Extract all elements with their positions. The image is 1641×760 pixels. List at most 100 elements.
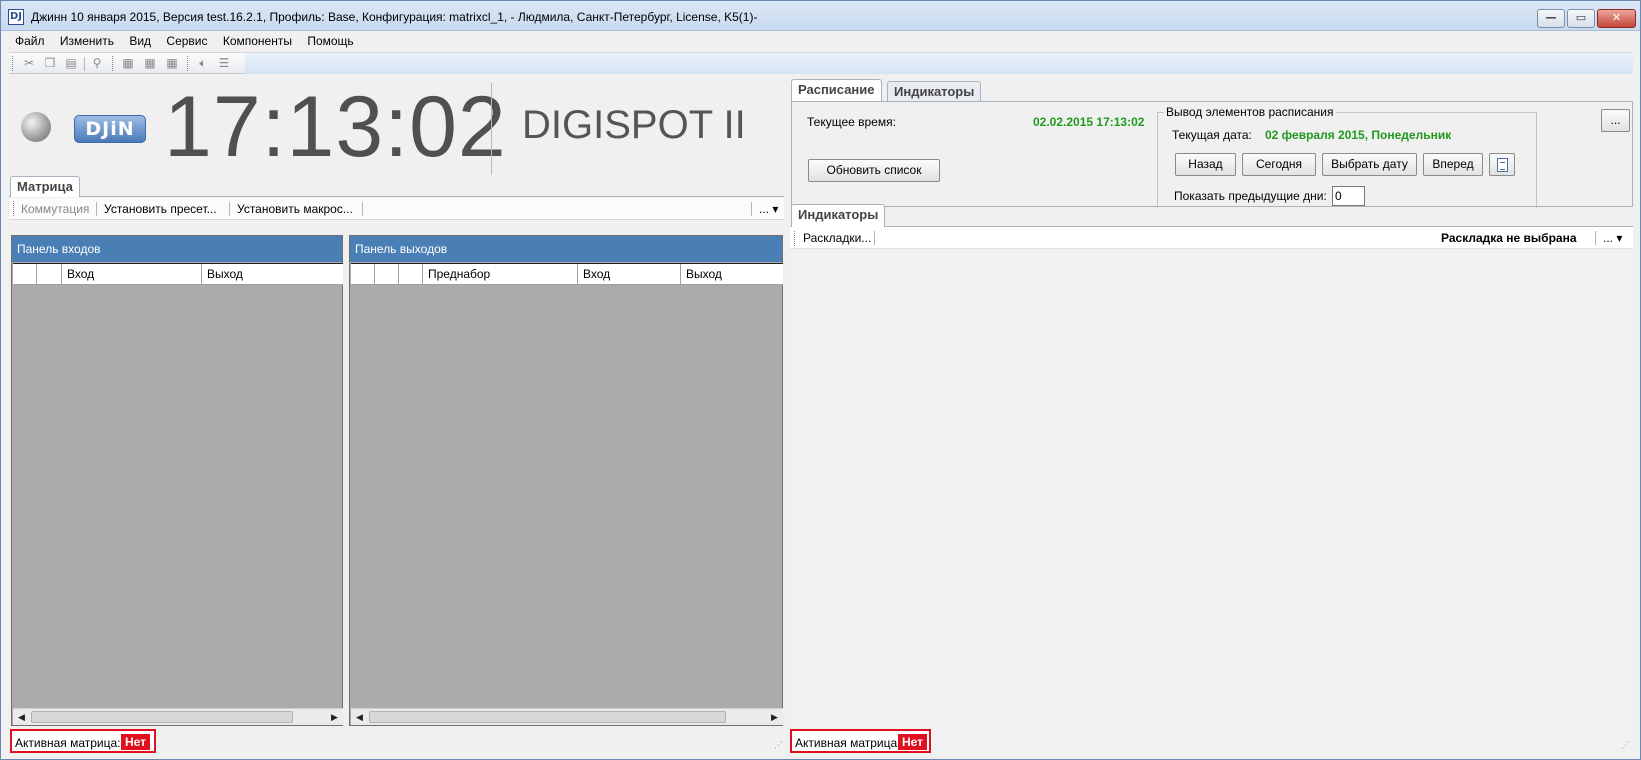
scroll-right-icon[interactable]: ▶ (326, 709, 343, 725)
current-time-value: 02.02.2015 17:13:02 (1033, 115, 1145, 129)
grid-header-cell[interactable] (13, 264, 37, 285)
active-matrix-value: Нет (121, 734, 151, 750)
set-macro-button[interactable]: Установить макрос... (237, 202, 353, 216)
menu-file[interactable]: Файл (9, 31, 51, 48)
inputs-col-input[interactable]: Вход (62, 264, 202, 285)
grid-header-cell[interactable] (351, 264, 375, 285)
close-button[interactable]: ✕ (1597, 9, 1636, 28)
toolbar-separator (1595, 231, 1596, 245)
tab-matrix[interactable]: Матрица (10, 176, 80, 197)
tab-indicators[interactable]: Индикаторы (887, 81, 982, 102)
window-title: Джинн 10 января 2015, Версия test.16.2.1… (31, 10, 758, 24)
toolbar-grip[interactable] (187, 56, 190, 71)
back-button[interactable]: Назад (1175, 153, 1236, 176)
layouts-button[interactable]: Раскладки... (803, 231, 871, 245)
toolbar-separator (96, 202, 97, 216)
outputs-panel-title: Панель выходов (350, 236, 782, 262)
menu-view[interactable]: Вид (123, 31, 157, 48)
tab-schedule[interactable]: Расписание (791, 79, 882, 102)
toolbar-separator (874, 231, 875, 245)
menu-bar: Файл Изменить Вид Сервис Компоненты Помо… (9, 31, 1633, 51)
matrix-toolbar-more[interactable]: ... ▾ (759, 202, 778, 216)
inputs-grid-header: Вход Выход (13, 263, 343, 285)
outputs-hscrollbar[interactable]: ◀ ▶ (351, 708, 783, 725)
grid-header-cell[interactable] (399, 264, 423, 285)
cut-icon[interactable]: ✂ (21, 56, 37, 71)
outputs-col-preset[interactable]: Преднабор (423, 264, 578, 285)
scroll-left-icon[interactable]: ◀ (351, 709, 368, 725)
layout-status: Раскладка не выбрана (1441, 231, 1577, 245)
group-title: Вывод элементов расписания (1164, 105, 1336, 119)
toolbar-grip[interactable] (794, 231, 797, 246)
commutation-button[interactable]: Коммутация (21, 202, 89, 216)
schedule-output-group: Вывод элементов расписания Текущая дата:… (1157, 105, 1537, 208)
tab-indicators-lower[interactable]: Индикаторы (791, 204, 886, 227)
paste-icon[interactable]: ▤ (63, 56, 79, 71)
menu-edit[interactable]: Изменить (54, 31, 120, 48)
status-led-icon (21, 112, 51, 142)
right-status-box: Активная матрица: Нет (790, 729, 931, 753)
title-bar: DJ Джинн 10 января 2015, Версия test.16.… (1, 1, 1640, 31)
current-date-value: 02 февраля 2015, Понедельник (1265, 128, 1452, 142)
grid-header-cell[interactable] (375, 264, 399, 285)
indicators-toolbar: Раскладки... Раскладка не выбрана ... ▾ (790, 227, 1633, 249)
schedule-more-button[interactable]: ... (1601, 109, 1630, 132)
copy-icon[interactable]: ❐ (42, 56, 58, 71)
minimize-button[interactable]: — (1537, 9, 1565, 28)
speaker-icon[interactable]: 🔈︎ (195, 56, 211, 71)
set-preset-button[interactable]: Установить пресет... (104, 202, 217, 216)
current-time-label: Текущее время: (807, 115, 896, 129)
outputs-grid-header: Преднабор Вход Выход (351, 263, 783, 285)
menu-service[interactable]: Сервис (160, 31, 213, 48)
document-icon (1497, 158, 1508, 172)
menu-help[interactable]: Помощь (301, 31, 359, 48)
pick-date-button[interactable]: Выбрать дату (1322, 153, 1417, 176)
schedule-panel: Текущее время: 02.02.2015 17:13:02 Обнов… (791, 101, 1633, 208)
toolbar-grip[interactable] (12, 56, 15, 71)
outputs-col-output[interactable]: Выход (681, 264, 783, 285)
toolbar-grip[interactable] (13, 201, 16, 216)
inputs-panel: Панель входов Вход Выход ◀ ▶ (11, 235, 343, 726)
scroll-right-icon[interactable]: ▶ (766, 709, 783, 725)
toolbar-separator (362, 202, 363, 216)
left-status-box: Активная матрица: Нет (10, 729, 156, 753)
brand-text: DIGISPOT II (522, 103, 746, 147)
list-icon[interactable]: ☰ (216, 56, 232, 71)
inputs-col-output[interactable]: Выход (202, 264, 343, 285)
toolbar-grip[interactable] (112, 56, 115, 71)
scroll-thumb[interactable] (369, 711, 726, 723)
tab-strip-line (9, 196, 784, 197)
toolbar-filler (245, 53, 1633, 74)
outputs-col-input[interactable]: Вход (578, 264, 681, 285)
right-pane: Расписание Индикаторы Текущее время: 02.… (790, 75, 1633, 753)
toolbar-separator (751, 202, 752, 216)
left-pane: DJiN 17:13:02 DIGISPOT II Матрица Коммут… (9, 75, 784, 753)
find-icon[interactable]: ⚲ (89, 56, 105, 71)
layout1-icon[interactable]: ▦ (120, 56, 136, 71)
maximize-button[interactable]: ▭ (1567, 9, 1595, 28)
report-button[interactable] (1489, 153, 1515, 176)
toolbar-separator (84, 57, 85, 71)
refresh-list-button[interactable]: Обновить список (808, 159, 940, 182)
grid-header-cell[interactable] (37, 264, 62, 285)
matrix-toolbar: Коммутация Установить пресет... Установи… (9, 198, 784, 220)
big-clock: 17:13:02 (164, 79, 507, 175)
layout2-icon[interactable]: ▦ (142, 56, 158, 71)
scroll-thumb[interactable] (31, 711, 293, 723)
djin-logo: DJiN (74, 115, 146, 143)
forward-button[interactable]: Вперед (1423, 153, 1483, 176)
today-button[interactable]: Сегодня (1242, 153, 1316, 176)
indicators-more[interactable]: ... ▾ (1603, 231, 1622, 245)
resize-grip-icon[interactable]: ⋰ (1621, 740, 1631, 750)
inputs-hscrollbar[interactable]: ◀ ▶ (13, 708, 343, 725)
resize-grip-icon[interactable]: ⋰ (774, 740, 784, 750)
menu-components[interactable]: Компоненты (217, 31, 298, 48)
active-matrix-label: Активная матрица: (15, 736, 121, 750)
layout3-icon[interactable]: ▦ (164, 56, 180, 71)
app-window: DJ Джинн 10 января 2015, Версия test.16.… (0, 0, 1641, 760)
inputs-panel-title: Панель входов (12, 236, 342, 262)
active-matrix-value: Нет (898, 734, 928, 750)
app-icon: DJ (8, 9, 24, 25)
scroll-left-icon[interactable]: ◀ (13, 709, 30, 725)
prev-days-input[interactable]: 0 (1332, 186, 1365, 206)
